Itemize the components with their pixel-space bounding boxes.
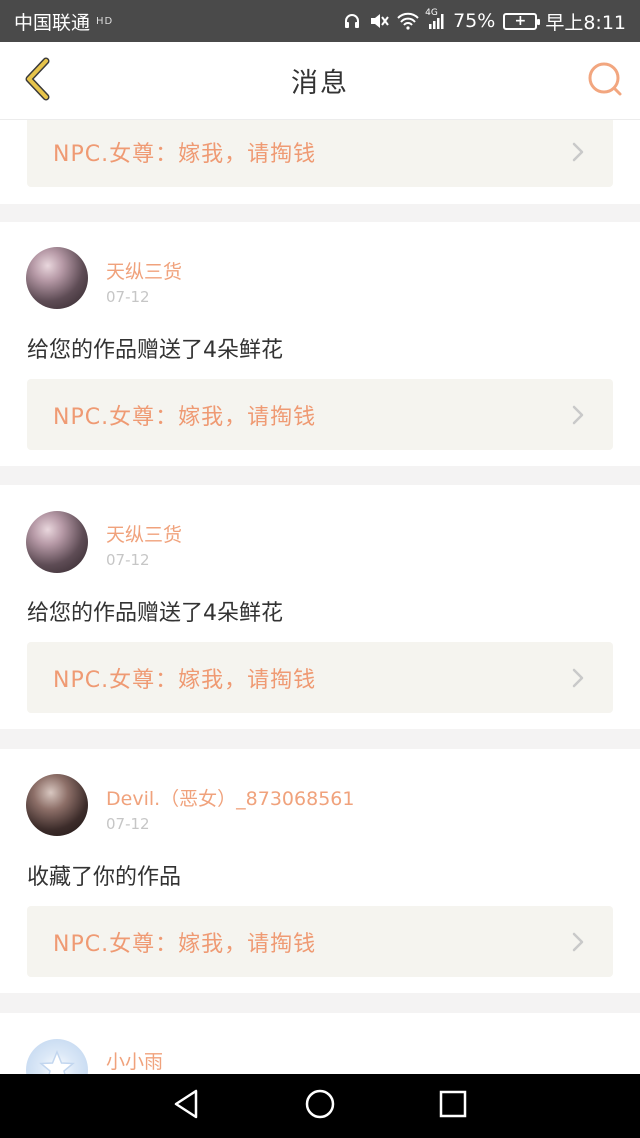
- battery-icon: +: [503, 12, 541, 30]
- clock: 早上8:11: [545, 11, 626, 34]
- message-card: NPC.女尊：嫁我，请掏钱: [0, 120, 640, 204]
- work-link-text: NPC.女尊：嫁我，请掏钱: [53, 667, 317, 693]
- message-card: Devil.（恶女）_873068561 07-12 收藏了你的作品 NPC.女…: [0, 749, 640, 993]
- sender-name[interactable]: Devil.（恶女）_873068561: [106, 784, 354, 811]
- message-date: 07-12: [106, 551, 150, 569]
- work-link-text: NPC.女尊：嫁我，请掏钱: [53, 404, 317, 430]
- avatar[interactable]: [26, 247, 88, 309]
- work-link-text: NPC.女尊：嫁我，请掏钱: [53, 931, 317, 957]
- chevron-right-icon: [569, 404, 587, 426]
- status-bar: 中国联通 HD 4G 75% + 早上8:11: [0, 0, 640, 42]
- back-chevron-icon: [22, 57, 52, 105]
- chevron-right-icon: [569, 931, 587, 953]
- avatar[interactable]: [26, 511, 88, 573]
- sender-name[interactable]: 小小雨: [106, 1047, 163, 1074]
- carrier-label: 中国联通: [14, 11, 91, 34]
- message-list[interactable]: NPC.女尊：嫁我，请掏钱 天纵三货 07-12 给您的作品赠送了4朵鲜花 NP…: [0, 120, 640, 1074]
- avatar[interactable]: [26, 1039, 88, 1074]
- work-link[interactable]: NPC.女尊：嫁我，请掏钱: [27, 120, 613, 187]
- default-avatar-star-icon: [37, 1048, 77, 1074]
- system-back-button[interactable]: [165, 1084, 209, 1128]
- headphones-icon: [343, 12, 361, 30]
- network-type-label: 4G: [425, 8, 438, 18]
- recents-square-icon: [438, 1089, 468, 1123]
- home-circle-icon: [304, 1088, 336, 1124]
- system-home-button[interactable]: [298, 1084, 342, 1128]
- message-card: 天纵三货 07-12 给您的作品赠送了4朵鲜花 NPC.女尊：嫁我，请掏钱: [0, 222, 640, 466]
- message-text: 给您的作品赠送了4朵鲜花: [27, 338, 283, 363]
- message-text: 收藏了你的作品: [27, 865, 182, 890]
- work-link[interactable]: NPC.女尊：嫁我，请掏钱: [27, 906, 613, 977]
- search-button[interactable]: [584, 60, 626, 102]
- system-nav-bar: [0, 1074, 640, 1138]
- message-date: 07-12: [106, 815, 150, 833]
- work-link[interactable]: NPC.女尊：嫁我，请掏钱: [27, 642, 613, 713]
- system-recents-button[interactable]: [431, 1084, 475, 1128]
- back-triangle-icon: [172, 1088, 202, 1124]
- message-text: 给您的作品赠送了4朵鲜花: [27, 601, 283, 626]
- wifi-icon: [397, 12, 419, 30]
- search-icon: [586, 60, 624, 102]
- message-card: 小小雨: [0, 1013, 640, 1074]
- page-title: 消息: [291, 68, 349, 99]
- work-link-text: NPC.女尊：嫁我，请掏钱: [53, 141, 317, 167]
- back-button[interactable]: [14, 57, 60, 105]
- work-link[interactable]: NPC.女尊：嫁我，请掏钱: [27, 379, 613, 450]
- battery-percent: 75%: [453, 10, 496, 32]
- avatar[interactable]: [26, 774, 88, 836]
- message-date: 07-12: [106, 288, 150, 306]
- sender-name[interactable]: 天纵三货: [106, 257, 182, 284]
- chevron-right-icon: [569, 667, 587, 689]
- mute-icon: [369, 12, 389, 30]
- nav-bar: 消息: [0, 42, 640, 120]
- signal-icon: 4G: [425, 8, 445, 30]
- message-card: 天纵三货 07-12 给您的作品赠送了4朵鲜花 NPC.女尊：嫁我，请掏钱: [0, 485, 640, 729]
- chevron-right-icon: [569, 141, 587, 163]
- carrier-hd-label: HD: [96, 15, 114, 27]
- sender-name[interactable]: 天纵三货: [106, 520, 182, 547]
